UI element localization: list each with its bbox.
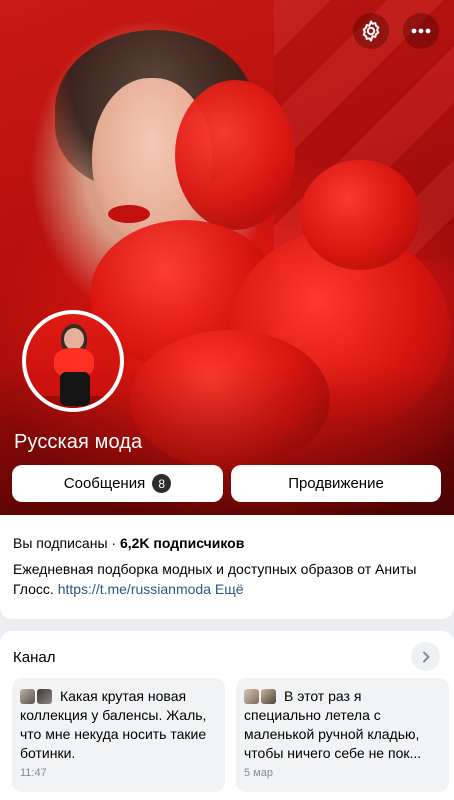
post-thumbnail [37,689,52,704]
avatar-image [26,314,120,408]
post-thumbnails [244,689,278,704]
chevron-right-icon [422,651,429,662]
description-link[interactable]: https://t.me/russianmoda [58,581,211,597]
gear-icon [362,20,380,42]
messages-label: Сообщения [63,475,146,492]
channel-title: Канал [13,649,56,666]
read-more-link[interactable]: Ещё [215,581,244,597]
community-name: Русская мода [14,431,143,453]
community-avatar[interactable] [22,310,124,412]
post-time: 11:47 [20,767,47,779]
post-time: 5 мар [244,767,273,779]
community-description: Ежедневная подборка модных и доступных о… [13,559,441,599]
post-thumbnail [20,689,35,704]
messages-count-badge: 8 [152,474,172,493]
community-info: Вы подписаны · 6,2K подписчиков Ежедневн… [0,515,454,619]
channel-section: Канал Какая крутая новая коллекция у бал… [0,631,454,800]
more-button[interactable] [403,13,439,49]
promotion-label: Продвижение [288,475,384,492]
subscribed-text: Вы подписаны · [13,535,120,551]
post-thumbnail [244,689,259,704]
channel-post[interactable]: Какая крутая новая коллекция у баленсы. … [12,678,225,792]
promotion-button[interactable]: Продвижение [231,465,441,502]
cover-ruffle [300,160,420,270]
cover-lips [108,205,150,223]
post-thumbnail [261,689,276,704]
more-horizontal-icon [411,28,431,34]
channel-post[interactable]: В этот раз я специально летела с маленьк… [236,678,449,792]
messages-button[interactable]: Сообщения 8 [12,465,223,502]
subscription-status: Вы подписаны · 6,2K подписчиков [13,534,441,552]
settings-button[interactable] [353,13,389,49]
channel-open-button[interactable] [411,642,440,671]
cover-ruffle [175,80,295,230]
subscribers-count[interactable]: 6,2K подписчиков [120,535,244,551]
post-thumbnails [20,689,54,704]
